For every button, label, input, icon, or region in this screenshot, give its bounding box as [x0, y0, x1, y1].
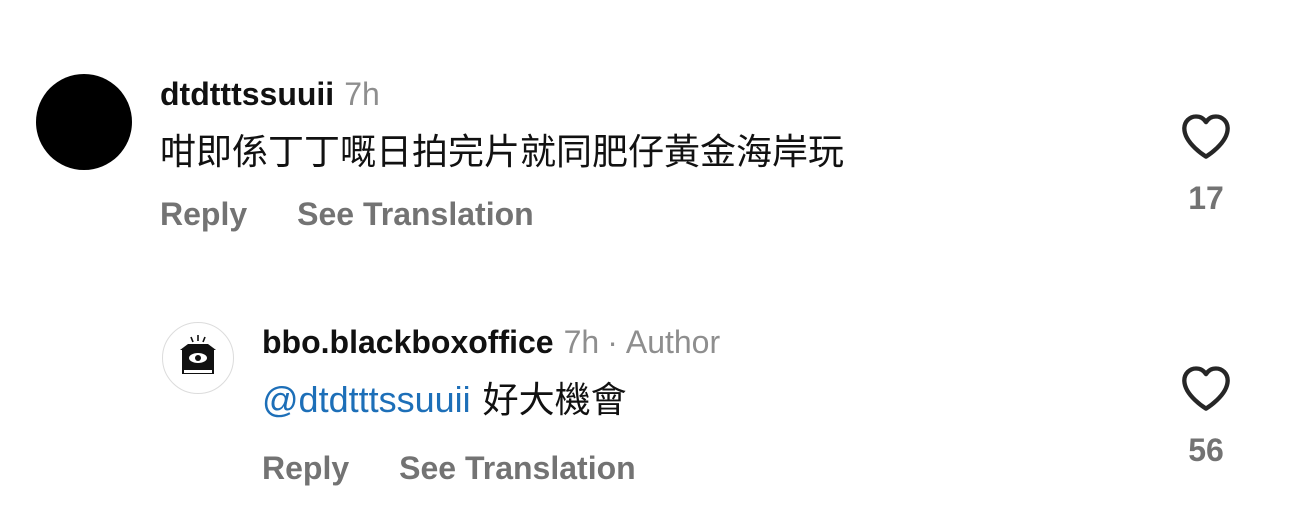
heart-outline-icon[interactable] — [1180, 364, 1232, 412]
see-translation-button[interactable]: See Translation — [399, 450, 636, 486]
username[interactable]: bbo.blackboxoffice — [262, 324, 554, 360]
like-count: 17 — [1188, 180, 1224, 216]
see-translation-button[interactable]: See Translation — [297, 196, 534, 232]
reply-comment-item: bbo.blackboxoffice 7h · Author @dtdtttssuui… — [0, 260, 1290, 527]
mention-link[interactable]: @dtdtttssuuii — [262, 379, 471, 420]
comment-body: 咁即係丁丁嘅日拍完片就同肥仔黃金海岸玩 — [160, 131, 845, 172]
like-count: 56 — [1188, 432, 1224, 468]
comment-item: dtdtttssuuii 7h 咁即係丁丁嘅日拍完片就同肥仔黃金海岸玩 Reply… — [0, 0, 1290, 260]
like-control: 56 — [1176, 364, 1236, 470]
separator-dot: · — [607, 324, 618, 360]
heart-outline-icon[interactable] — [1180, 112, 1232, 160]
black-box-office-logo — [180, 335, 216, 374]
reply-button[interactable]: Reply — [160, 196, 247, 232]
reply-button[interactable]: Reply — [262, 450, 349, 486]
comment-actions: Reply See Translation — [262, 448, 636, 488]
avatar[interactable] — [36, 74, 132, 170]
comment-header: bbo.blackboxoffice 7h · Author — [262, 322, 720, 362]
like-control: 17 — [1176, 112, 1236, 218]
comment-body: 好大機會 — [482, 379, 627, 420]
avatar[interactable] — [162, 322, 234, 394]
timestamp: 7h — [563, 324, 600, 360]
comment-actions: Reply See Translation — [160, 194, 534, 234]
comment-text: @dtdtttssuuii 好大機會 — [262, 378, 627, 422]
username[interactable]: dtdtttssuuii — [160, 76, 334, 112]
comment-text: 咁即係丁丁嘅日拍完片就同肥仔黃金海岸玩 — [160, 130, 844, 174]
timestamp: 7h — [344, 76, 380, 112]
author-badge: Author — [625, 324, 721, 360]
comment-header: dtdtttssuuii 7h — [160, 74, 380, 114]
